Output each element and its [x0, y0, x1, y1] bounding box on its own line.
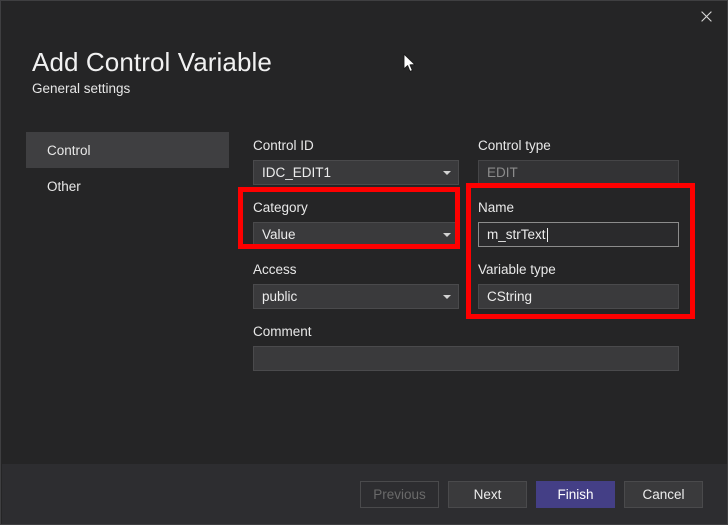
general-settings-form: Control ID IDC_EDIT1 Control type EDIT C…	[1, 1, 727, 524]
finish-button-label: Finish	[557, 487, 594, 502]
add-control-variable-dialog: Add Control Variable General settings Co…	[0, 0, 728, 525]
next-button[interactable]: Next	[448, 481, 527, 508]
access-label: Access	[253, 262, 297, 277]
control-id-value: IDC_EDIT1	[262, 165, 332, 180]
control-type-label: Control type	[478, 138, 551, 153]
name-field: Name m_strText	[478, 200, 679, 247]
finish-button[interactable]: Finish	[536, 481, 615, 508]
access-value: public	[262, 289, 298, 304]
category-combobox[interactable]: Value	[253, 222, 459, 247]
access-combobox[interactable]: public	[253, 284, 459, 309]
variable-type-field: Variable type CString	[478, 262, 679, 309]
next-button-label: Next	[473, 487, 502, 502]
variable-type-label: Variable type	[478, 262, 556, 277]
control-type-value: EDIT	[487, 165, 518, 180]
previous-button-label: Previous	[373, 487, 426, 502]
footer-button-group: Previous Next Finish Cancel	[360, 481, 703, 508]
previous-button[interactable]: Previous	[360, 481, 439, 508]
control-type-field: Control type EDIT	[478, 138, 679, 185]
variable-type-value: CString	[487, 289, 533, 304]
name-input[interactable]: m_strText	[478, 222, 679, 247]
name-label: Name	[478, 200, 515, 215]
control-id-label: Control ID	[253, 138, 314, 153]
category-label: Category	[253, 200, 308, 215]
category-value: Value	[262, 227, 296, 242]
access-field: Access public	[253, 262, 459, 309]
control-id-combobox[interactable]: IDC_EDIT1	[253, 160, 459, 185]
control-type-value-box: EDIT	[478, 160, 679, 185]
cancel-button[interactable]: Cancel	[624, 481, 703, 508]
category-field: Category Value	[253, 200, 459, 247]
name-input-value: m_strText	[487, 227, 546, 242]
variable-type-combobox[interactable]: CString	[478, 284, 679, 309]
text-caret	[546, 227, 548, 242]
comment-label: Comment	[253, 324, 312, 339]
control-id-field: Control ID IDC_EDIT1	[253, 138, 459, 185]
chevron-down-icon	[443, 294, 451, 299]
comment-input[interactable]	[253, 346, 679, 371]
dialog-footer: Previous Next Finish Cancel	[2, 464, 727, 524]
cancel-button-label: Cancel	[642, 487, 685, 502]
comment-field: Comment	[253, 324, 679, 371]
chevron-down-icon	[443, 170, 451, 175]
chevron-down-icon	[443, 232, 451, 237]
